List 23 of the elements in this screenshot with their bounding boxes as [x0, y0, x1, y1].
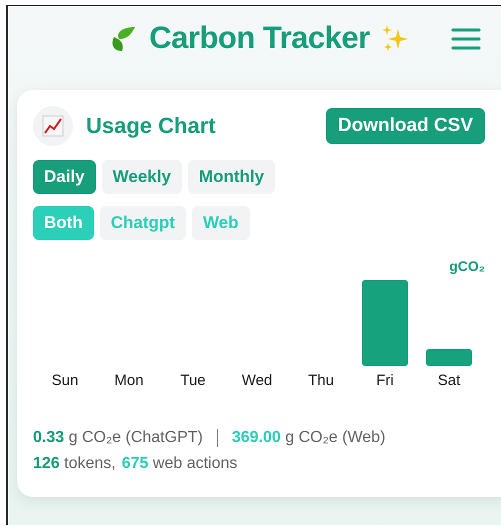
- day-label: Sat: [436, 372, 462, 389]
- filter-tab[interactable]: Chatgpt: [100, 206, 186, 240]
- day-label: Sun: [50, 372, 80, 389]
- bar: [426, 349, 472, 366]
- app-title: Carbon Tracker: [149, 20, 370, 56]
- day-label: Thu: [307, 372, 335, 389]
- stat-text: 126 tokens,: [33, 455, 116, 473]
- day-label: Wed: [240, 372, 274, 389]
- filter-tab[interactable]: Weekly: [102, 160, 182, 194]
- filter-tab[interactable]: Web: [192, 206, 250, 240]
- card-title: Usage Chart: [86, 113, 217, 139]
- chart-icon: [33, 106, 73, 146]
- day-label: Tue: [179, 372, 207, 389]
- download-button[interactable]: Download CSV: [326, 108, 485, 144]
- stat-text: 675 web actions: [122, 455, 238, 473]
- unit-label: gCO₂: [449, 258, 485, 274]
- day-label: Mon: [113, 372, 145, 389]
- filter-tab[interactable]: Daily: [33, 160, 96, 194]
- stat-text: 369.00 g CO₂e (Web): [232, 429, 386, 447]
- filter-tab[interactable]: Monthly: [188, 160, 276, 194]
- day-label: Fri: [375, 372, 395, 389]
- filter-tab[interactable]: Both: [33, 206, 94, 240]
- stat-text: 0.33 g CO₂e (ChatGPT): [33, 429, 203, 447]
